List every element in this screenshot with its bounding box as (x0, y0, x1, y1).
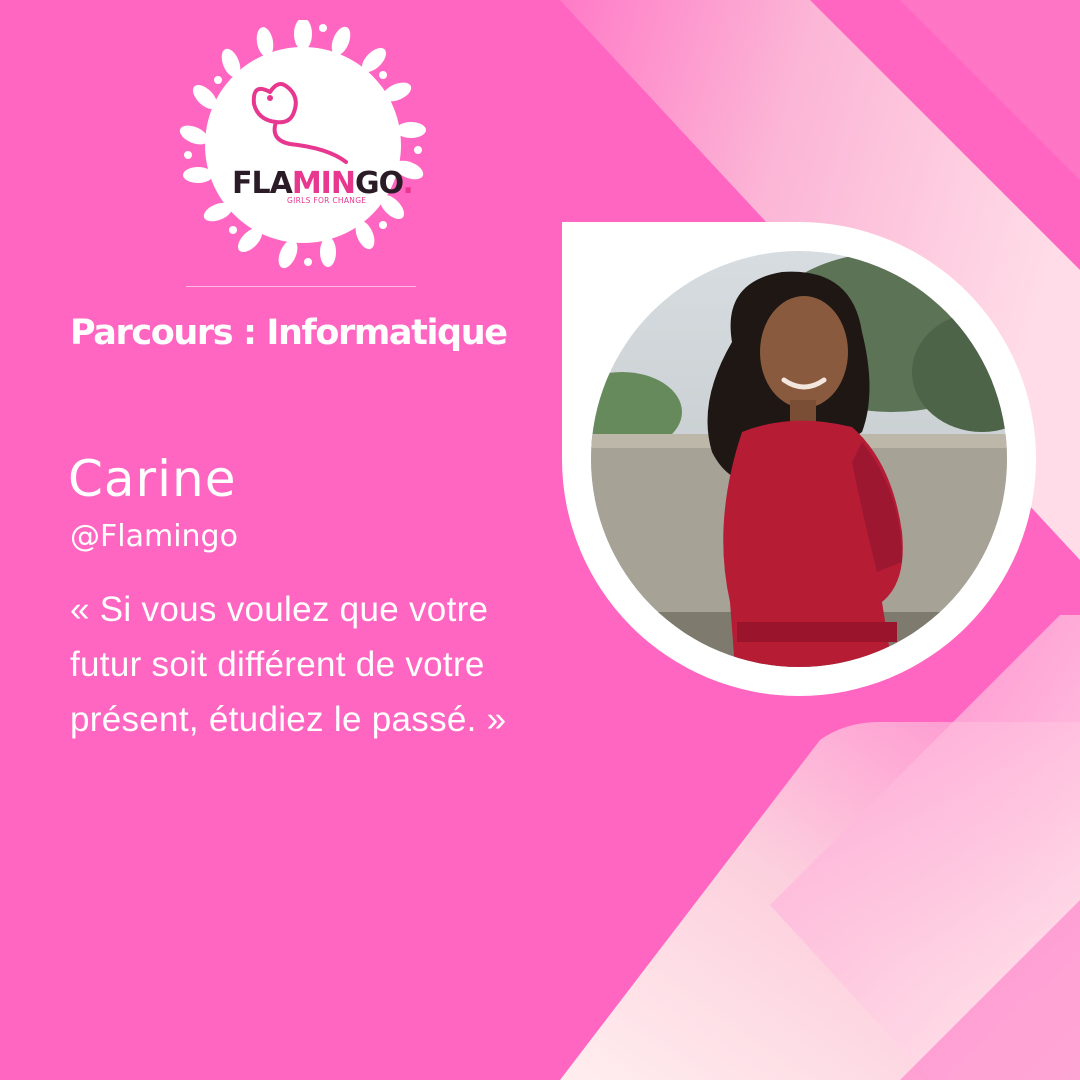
flamingo-wreath-logo-icon (179, 20, 426, 269)
person-name: Carine (68, 450, 237, 508)
social-post-card: FLAMINGO. GIRLS FOR CHANGE Parcours : In… (0, 0, 1080, 1080)
track-title: Parcours : Informatique (70, 313, 508, 353)
brand-name-part1: FLA (232, 166, 293, 201)
portrait-photo-icon (562, 222, 1036, 696)
quote-text: « Si vous voulez que votre futur soit di… (70, 590, 507, 739)
logo-divider (186, 286, 416, 287)
person-handle: @Flamingo (70, 519, 238, 554)
brand-tagline: GIRLS FOR CHANGE (287, 196, 367, 205)
brand-name-dot: . (402, 166, 413, 201)
